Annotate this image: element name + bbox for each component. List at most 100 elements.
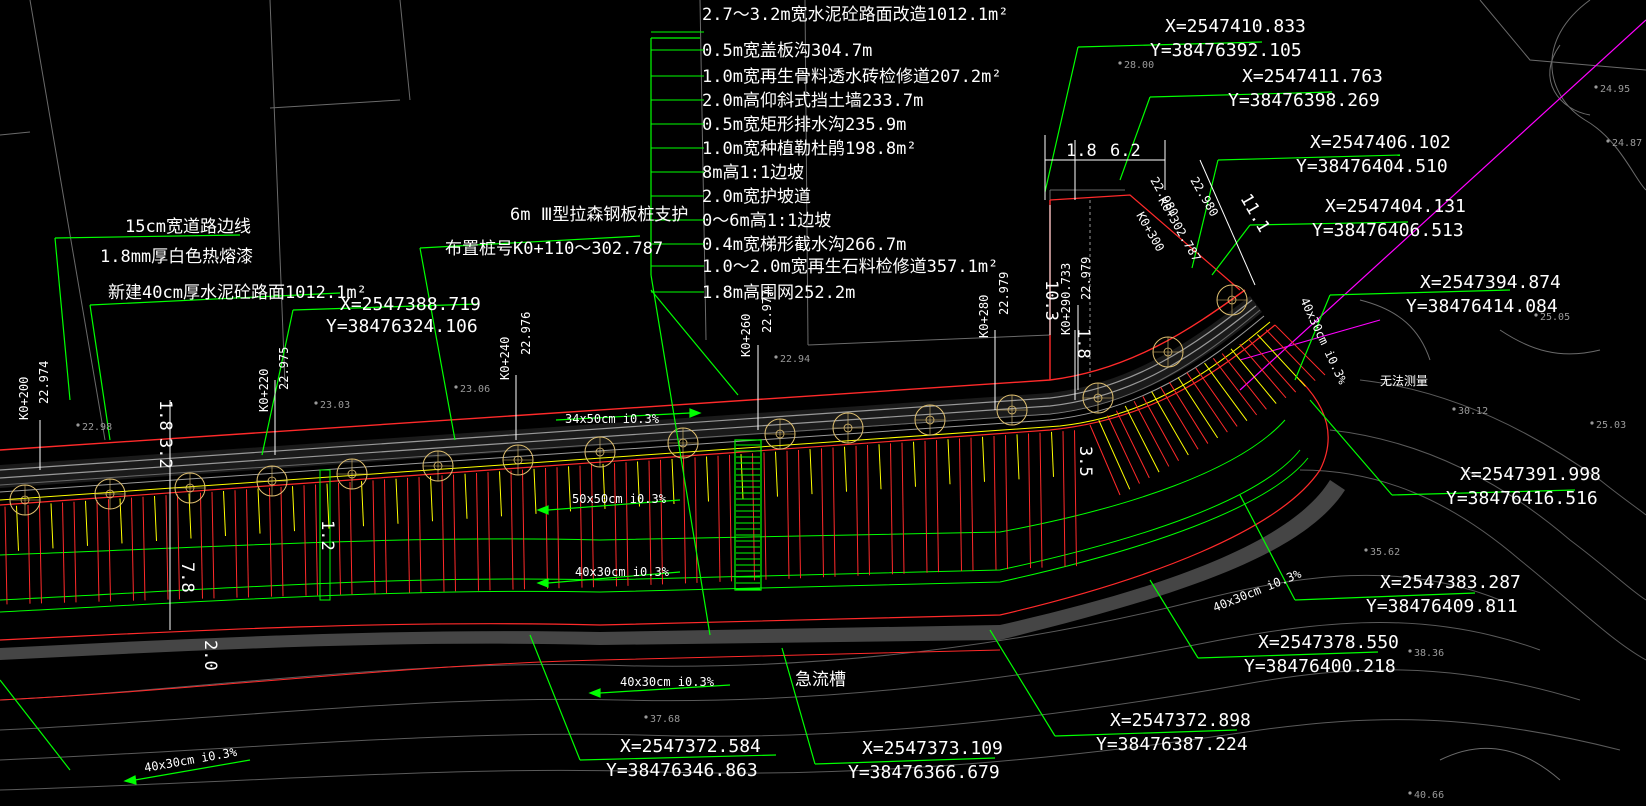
elev-1: 23.03: [320, 400, 350, 411]
elev-5: 24.95: [1600, 84, 1630, 95]
coord-1-y: Y=38476324.106: [326, 316, 478, 337]
coord-7-x: X=2547391.998: [1460, 464, 1601, 485]
dim-1-8-top: 1.8: [1066, 141, 1097, 161]
coord-12-x: X=2547372.584: [620, 736, 761, 757]
coord-8-x: X=2547383.287: [1380, 572, 1521, 593]
rapid-trough-label: 急流槽: [795, 670, 846, 690]
coord-8-y: Y=38476409.811: [1366, 596, 1518, 617]
dim-1-8-right: 1.8: [1073, 328, 1093, 359]
station-k280: K0+280: [977, 295, 991, 338]
elev-8: 30.12: [1458, 406, 1488, 417]
coord-5-x: X=2547404.131: [1325, 196, 1466, 217]
coord-6-x: X=2547394.874: [1420, 272, 1561, 293]
ditch-label-1: 34x50cm i0.3%: [565, 412, 660, 426]
planting-circle: [764, 418, 796, 450]
station-k200: K0+200: [17, 377, 31, 420]
road-line-3: 新建40cm厚水泥砼路面1012.1m²: [108, 283, 367, 303]
coord-7-y: Y=38476416.516: [1446, 488, 1598, 509]
planting-circle: [584, 436, 616, 468]
dim-7-8: 7.8: [177, 562, 197, 593]
cad-drawing-canvas[interactable]: 2.7～3.2m宽水泥砼路面改造1012.1m² 0.5m宽盖板沟304.7m …: [0, 0, 1646, 806]
sheet-pile-line-1: 6m Ⅲ型拉森钢板桩支护: [510, 205, 688, 225]
coord-5-y: Y=38476406.513: [1312, 220, 1464, 241]
elevation-dot: [1452, 407, 1456, 411]
coord-2-x: X=2547410.833: [1165, 16, 1306, 37]
coord-11-x: X=2547373.109: [862, 738, 1003, 759]
ditch-label-4: 40x30cm i0.3%: [620, 675, 715, 689]
elev-13: 28.00: [1124, 60, 1154, 71]
planting-circle: [502, 444, 534, 476]
callout-line-7: 8m高1:1边坡: [702, 163, 804, 183]
elev-7: 25.03: [1596, 420, 1626, 431]
station-k240-h: 22.976: [519, 312, 533, 355]
coord-10-y: Y=38476387.224: [1096, 734, 1248, 755]
coord-4-y: Y=38476404.510: [1296, 156, 1448, 177]
coord-6-y: Y=38476414.084: [1406, 296, 1558, 317]
callout-line-5: 0.5m宽矩形排水沟235.9m: [702, 115, 906, 135]
dim-3-2: 3.2: [155, 438, 175, 469]
coord-1-x: X=2547388.719: [340, 294, 481, 315]
planting-circle: [1216, 284, 1248, 316]
road-line-1: 15cm宽道路边线: [125, 217, 251, 237]
elev-10: 37.68: [650, 714, 680, 725]
planting-circle: [996, 394, 1028, 426]
planting-circle: [1152, 336, 1184, 368]
callout-line-1: 2.7～3.2m宽水泥砼路面改造1012.1m²: [702, 5, 1009, 25]
planting-circle: [914, 404, 946, 436]
elevation-dot: [644, 715, 648, 719]
callout-line-8: 2.0m宽护坡道: [702, 187, 811, 207]
planting-circle: [667, 427, 699, 459]
station-k280-h: 22.979: [997, 272, 1011, 315]
elevation-dot: [1590, 421, 1594, 425]
station-k260: K0+260: [739, 314, 753, 357]
coord-2-y: Y=38476392.105: [1150, 40, 1302, 61]
callout-line-3: 1.0m宽再生骨料透水砖检修道207.2m²: [702, 67, 1002, 87]
coord-9-x: X=2547378.550: [1258, 632, 1399, 653]
coord-12-y: Y=38476346.863: [606, 760, 758, 781]
elev-14: 25.05: [1540, 312, 1570, 323]
elevation-dot: [1364, 548, 1368, 552]
ditch-label-2: 50x50cm i0.3%: [572, 492, 667, 506]
elevation-dot: [1408, 649, 1412, 653]
elev-4: 22.98: [82, 422, 112, 433]
coord-11-y: Y=38476366.679: [848, 762, 1000, 783]
elev-6: 24.87: [1612, 138, 1642, 149]
station-k290-h: 22.979: [1079, 257, 1093, 300]
callout-line-11: 1.0～2.0m宽再生石料检修道357.1m²: [702, 257, 998, 277]
elevation-dot: [454, 385, 458, 389]
road-line-2: 1.8mm厚白色热熔漆: [100, 247, 253, 267]
coord-3-y: Y=38476398.269: [1228, 90, 1380, 111]
callout-line-4: 2.0m高仰斜式挡土墙233.7m: [702, 91, 923, 111]
dim-3-5: 3.5: [1075, 446, 1095, 477]
planting-circle: [336, 458, 368, 490]
elev-2: 23.06: [460, 384, 490, 395]
elev-9: 35.62: [1370, 547, 1400, 558]
elevation-dot: [76, 423, 80, 427]
station-k240: K0+240: [498, 337, 512, 380]
unmeasurable-note: 无法测量: [1380, 374, 1428, 388]
elev-11: 38.36: [1414, 648, 1444, 659]
dim-10-3: 10.3: [1041, 280, 1061, 321]
elevation-dot: [774, 355, 778, 359]
planting-circle: [422, 450, 454, 482]
callout-line-10: 0.4m宽梯形截水沟266.7m: [702, 235, 906, 255]
dim-1-8-left: 1.8: [155, 400, 175, 431]
elev-12: 40.66: [1414, 790, 1444, 801]
callout-line-9: 0～6m高1:1边坡: [702, 211, 831, 231]
dim-2-0: 2.0: [200, 640, 220, 671]
elev-3: 22.94: [780, 354, 810, 365]
elevation-dot: [314, 401, 318, 405]
dim-1-2: 1.2: [317, 520, 337, 551]
elevation-dot: [1118, 61, 1122, 65]
planting-circle: [174, 472, 206, 504]
coord-3-x: X=2547411.763: [1242, 66, 1383, 87]
elevation-dot: [1606, 139, 1610, 143]
planting-circle: [256, 465, 288, 497]
ditch-label-3: 40x30cm i0.3%: [575, 565, 670, 579]
station-k260-h: 22.977: [760, 290, 774, 333]
planting-circle: [1082, 382, 1114, 414]
callout-line-12: 1.8m高围网252.2m: [702, 283, 855, 303]
callout-line-6: 1.0m宽种植勒杜鹃198.8m²: [702, 139, 917, 159]
station-k220-h: 22.975: [277, 347, 291, 390]
sheet-pile-line-2: 布置桩号K0+110～302.787: [445, 239, 663, 259]
